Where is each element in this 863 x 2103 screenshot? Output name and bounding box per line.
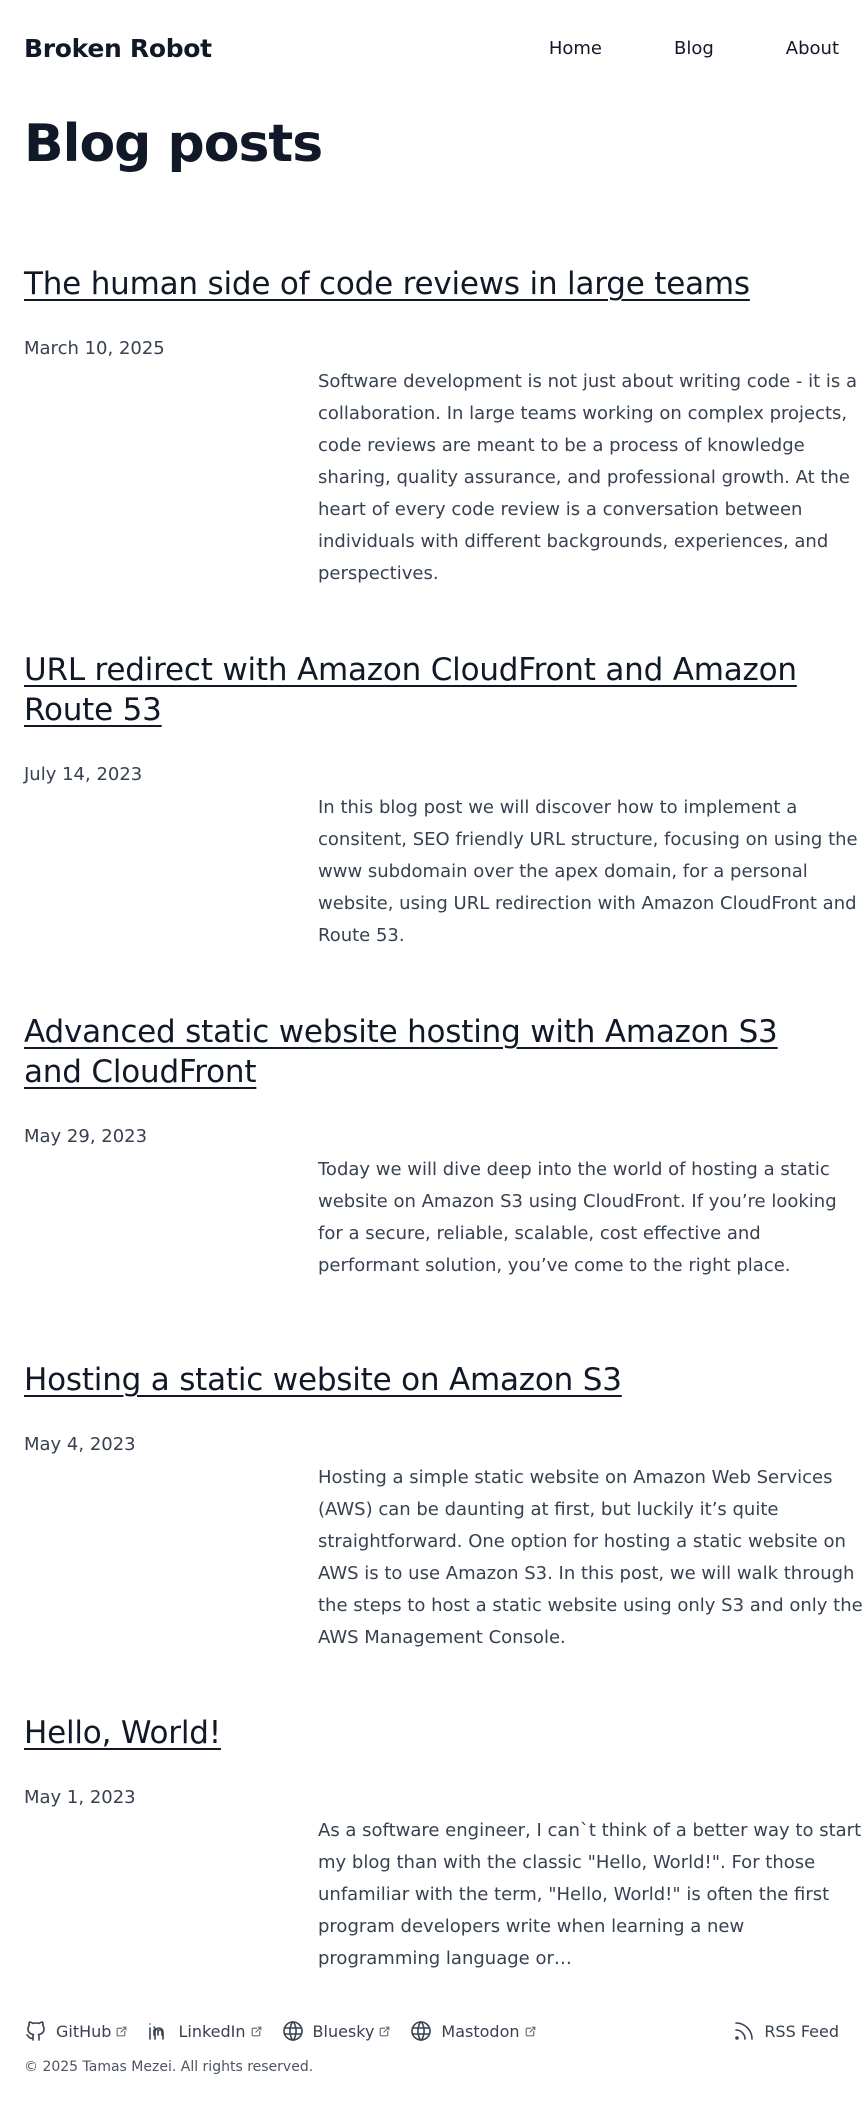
post-title-link[interactable]: Hello, World! [24, 1713, 844, 1753]
post-item: The human side of code reviews in large … [24, 264, 857, 584]
linkedin-link[interactable]: LinkedIn [146, 2019, 262, 2043]
bluesky-label: Bluesky [312, 2021, 375, 2041]
post-date: May 29, 2023 [24, 1126, 148, 1147]
post-excerpt: Hosting a simple static website on Amazo… [318, 1467, 863, 1648]
top-nav: Home Blog About [549, 38, 839, 59]
linkedin-label: LinkedIn [178, 2021, 246, 2041]
external-link-icon [250, 2025, 263, 2038]
mastodon-link[interactable]: Mastodon [409, 2019, 536, 2043]
nav-home-link[interactable]: Home [549, 38, 602, 59]
brand-logo-link[interactable]: Broken Robot [24, 34, 212, 63]
external-link-icon [378, 2025, 391, 2038]
page-title: Blog posts [24, 114, 323, 174]
post-excerpt: As a software engineer, I can`t think of… [318, 1820, 862, 1969]
external-link-icon [524, 2025, 537, 2038]
rss-feed-label: RSS Feed [764, 2021, 839, 2041]
external-link-icon [115, 2025, 128, 2038]
github-link[interactable]: GitHub [24, 2019, 128, 2043]
github-icon [24, 2019, 48, 2043]
post-item: Hosting a static website on Amazon S3 Ma… [24, 1360, 863, 1648]
post-excerpt: In this blog post we will discover how t… [318, 797, 858, 946]
post-item: URL redirect with Amazon CloudFront and … [24, 650, 858, 946]
nav-about-link[interactable]: About [786, 38, 839, 59]
post-excerpt: Software development is not just about w… [318, 371, 858, 584]
post-date: July 14, 2023 [24, 764, 143, 785]
post-title-link[interactable]: The human side of code reviews in large … [24, 264, 844, 304]
social-links: GitHub LinkedIn Bluesky Mastodon RSS Fee… [24, 2015, 839, 2047]
post-date: March 10, 2025 [24, 338, 165, 359]
copyright-text: © 2025 Tamas Mezei. All rights reserved. [24, 2059, 314, 2075]
post-date: May 4, 2023 [24, 1434, 136, 1455]
linkedin-icon [146, 2019, 170, 2043]
rss-icon [732, 2019, 756, 2043]
mastodon-label: Mastodon [441, 2021, 520, 2041]
post-date: May 1, 2023 [24, 1787, 136, 1808]
site-header: Broken Robot Home Blog About [24, 28, 839, 68]
post-excerpt: Today we will dive deep into the world o… [318, 1159, 837, 1276]
post-title-link[interactable]: URL redirect with Amazon CloudFront and … [24, 650, 844, 730]
page: Broken Robot Home Blog About Blog posts … [0, 0, 863, 2103]
post-item: Advanced static website hosting with Ama… [24, 1012, 844, 1276]
post-title-link[interactable]: Advanced static website hosting with Ama… [24, 1012, 844, 1092]
bluesky-link[interactable]: Bluesky [281, 2019, 392, 2043]
post-title-link[interactable]: Hosting a static website on Amazon S3 [24, 1360, 844, 1400]
github-label: GitHub [56, 2021, 112, 2041]
globe-icon [409, 2019, 433, 2043]
post-item: Hello, World! May 1, 2023 As a software … [24, 1713, 861, 1969]
globe-icon [281, 2019, 305, 2043]
rss-feed-link[interactable]: RSS Feed [732, 2019, 839, 2043]
site-footer: GitHub LinkedIn Bluesky Mastodon RSS Fee… [24, 2015, 839, 2075]
nav-blog-link[interactable]: Blog [674, 38, 714, 59]
